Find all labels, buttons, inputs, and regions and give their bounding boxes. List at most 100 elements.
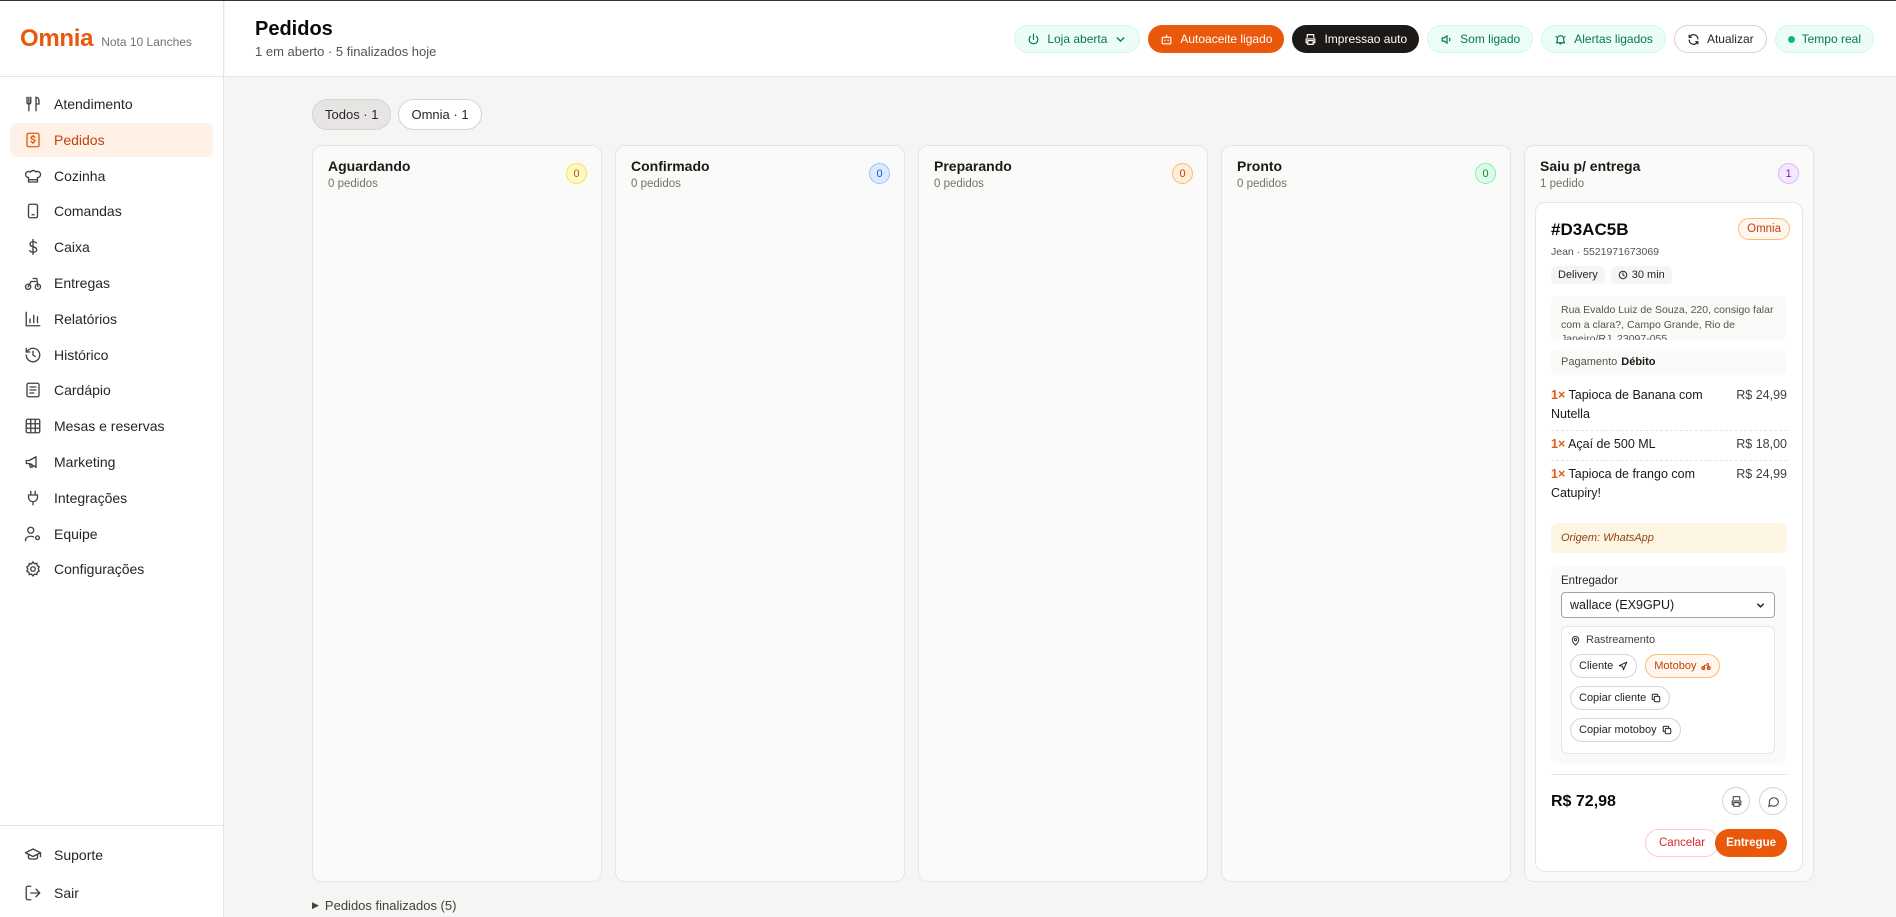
filter-all[interactable]: Todos · 1 [312,99,392,130]
cancel-order-button[interactable]: Cancelar [1645,829,1720,857]
count-badge: 0 [869,163,890,184]
refresh-button[interactable]: Atualizar [1673,25,1767,53]
tracking-panel: Rastreamento Cliente Motoboy Copiar clie… [1561,626,1775,754]
print-order-button[interactable] [1722,787,1750,815]
order-payment: Pagamento Débito [1551,349,1787,375]
sidebar-item-marketing[interactable]: Marketing [10,445,213,479]
sidebar-item-historico[interactable]: Histórico [10,338,213,372]
store-status-label: Loja aberta [1047,32,1108,46]
sidebar-item-pedidos[interactable]: Pedidos [10,122,213,157]
bike-icon [1701,663,1712,671]
track-client-label: Cliente [1579,660,1614,672]
sidebar-item-atendimento[interactable]: Atendimento [10,87,213,121]
track-courier-button[interactable]: Motoboy [1645,654,1721,678]
courier-label: Entregador [1561,575,1618,587]
brand-logo[interactable]: Omnia [20,25,93,53]
sidebar-item-cardapio[interactable]: Cardápio [10,373,213,407]
receipt-icon [26,132,40,148]
clipboard-icon [27,203,39,219]
store-status-button[interactable]: Loja aberta [1014,25,1141,53]
megaphone-icon [25,456,37,468]
page-title: Pedidos [255,18,333,40]
order-time-tag: 30 min [1610,266,1672,284]
delivered-button[interactable]: Entregue [1715,829,1787,857]
sidebar-item-label: Mesas e reservas [54,418,165,435]
finished-orders-toggle[interactable]: ▶ Pedidos finalizados (5) [312,898,456,913]
sidebar-item-mesas[interactable]: Mesas e reservas [10,409,213,443]
autoaccept-label: Autoaceite ligado [1180,32,1273,46]
count-badge: 0 [1475,163,1496,184]
order-tags: Delivery 30 min [1551,266,1672,284]
column-count: 0 pedidos [631,178,681,190]
tracking-title-label: Rastreamento [1586,634,1656,646]
chevron-down-icon [1116,36,1125,42]
tracking-title: Rastreamento [1570,634,1766,646]
logout-icon [25,885,41,901]
user-cog-icon [24,526,41,541]
item-name: Tapioca de frango com Catupiry! [1551,467,1695,500]
copy-courier-button[interactable]: Copiar motoboy [1570,718,1681,742]
map-pin-icon [1571,635,1580,646]
column-aguardando: Aguardando 0 pedidos 0 [312,145,602,882]
item-qty: 1× [1551,388,1566,402]
sidebar-item-label: Suporte [54,847,104,863]
page-subtitle: 1 em aberto · 5 finalizados hoje [255,44,437,59]
column-confirmado: Confirmado 0 pedidos 0 [615,145,905,882]
sidebar-item-label: Cozinha [54,167,106,184]
printer-icon [1306,33,1316,45]
header-actions: Loja aberta Autoaceite ligado Impressao … [1014,25,1874,53]
sidebar-item-suporte[interactable]: Suporte [10,838,213,872]
sidebar-footer: Suporte Sair [0,825,223,914]
sidebar-item-comandas[interactable]: Comandas [10,194,213,228]
alerts-toggle[interactable]: Alertas ligados [1541,25,1666,53]
autoprint-toggle[interactable]: Impressao auto [1292,25,1420,53]
sidebar-item-label: Cardápio [54,382,111,399]
autoaccept-toggle[interactable]: Autoaceite ligado [1148,25,1285,53]
sidebar-item-label: Histórico [54,346,109,363]
sidebar-item-caixa[interactable]: Caixa [10,230,213,264]
item-qty: 1× [1551,437,1566,451]
courier-select[interactable]: wallace (EX9GPU) [1561,592,1775,618]
robot-icon [1161,34,1172,44]
order-item: 1× Tapioca de frango com Catupiry! R$ 24… [1551,465,1787,509]
count-badge: 0 [1172,163,1193,184]
plug-icon [27,490,39,506]
filter-omnia[interactable]: Omnia · 1 [398,99,482,130]
copy-courier-label: Copiar motoboy [1579,724,1657,736]
sidebar-item-entregas[interactable]: Entregas [10,266,213,300]
bar-chart-icon [25,311,41,327]
column-count: 0 pedidos [1237,178,1287,190]
realtime-label: Tempo real [1801,32,1861,46]
item-desc: 1× Açaí de 500 ML [1551,435,1656,454]
source-filters: Todos · 1 Omnia · 1 [312,99,482,130]
sidebar-item-integracoes[interactable]: Integrações [10,481,213,515]
column-count: 0 pedidos [328,178,378,190]
sidebar-item-label: Comandas [54,203,122,220]
order-origin: Origem: WhatsApp [1551,523,1787,553]
order-type-tag: Delivery [1551,266,1605,284]
track-client-button[interactable]: Cliente [1570,654,1638,678]
finished-orders-label: Pedidos finalizados (5) [324,898,457,913]
copy-client-label: Copiar cliente [1579,692,1647,704]
column-saiu-entrega: Saiu p/ entrega 1 pedido 1 #D3AC5B Omnia… [1524,145,1814,882]
sidebar-item-relatorios[interactable]: Relatórios [10,302,213,336]
item-desc: 1× Tapioca de Banana com Nutella [1551,386,1726,424]
order-card[interactable]: #D3AC5B Omnia Jean · 5521971673069 Deliv… [1535,202,1803,872]
sidebar-nav: Atendimento Pedidos Cozinha Comandas Cai… [0,77,223,598]
order-item: 1× Tapioca de Banana com Nutella R$ 24,9… [1551,386,1787,431]
sidebar-item-cozinha[interactable]: Cozinha [10,159,213,193]
chat-button[interactable] [1759,787,1787,815]
column-preparando: Preparando 0 pedidos 0 [918,145,1208,882]
chevron-down-icon [1757,602,1764,608]
item-qty: 1× [1551,467,1566,481]
column-title: Saiu p/ entrega [1540,158,1641,174]
sound-toggle[interactable]: Som ligado [1427,25,1534,53]
sidebar-item-sair[interactable]: Sair [10,876,213,910]
grid-icon [25,418,41,434]
realtime-status: Tempo real [1774,25,1874,53]
copy-client-button[interactable]: Copiar cliente [1570,686,1671,710]
sidebar-item-configuracoes[interactable]: Configurações [10,552,213,586]
sidebar-item-equipe[interactable]: Equipe [10,517,213,551]
item-price: R$ 24,99 [1736,388,1787,402]
count-badge: 0 [566,163,587,184]
